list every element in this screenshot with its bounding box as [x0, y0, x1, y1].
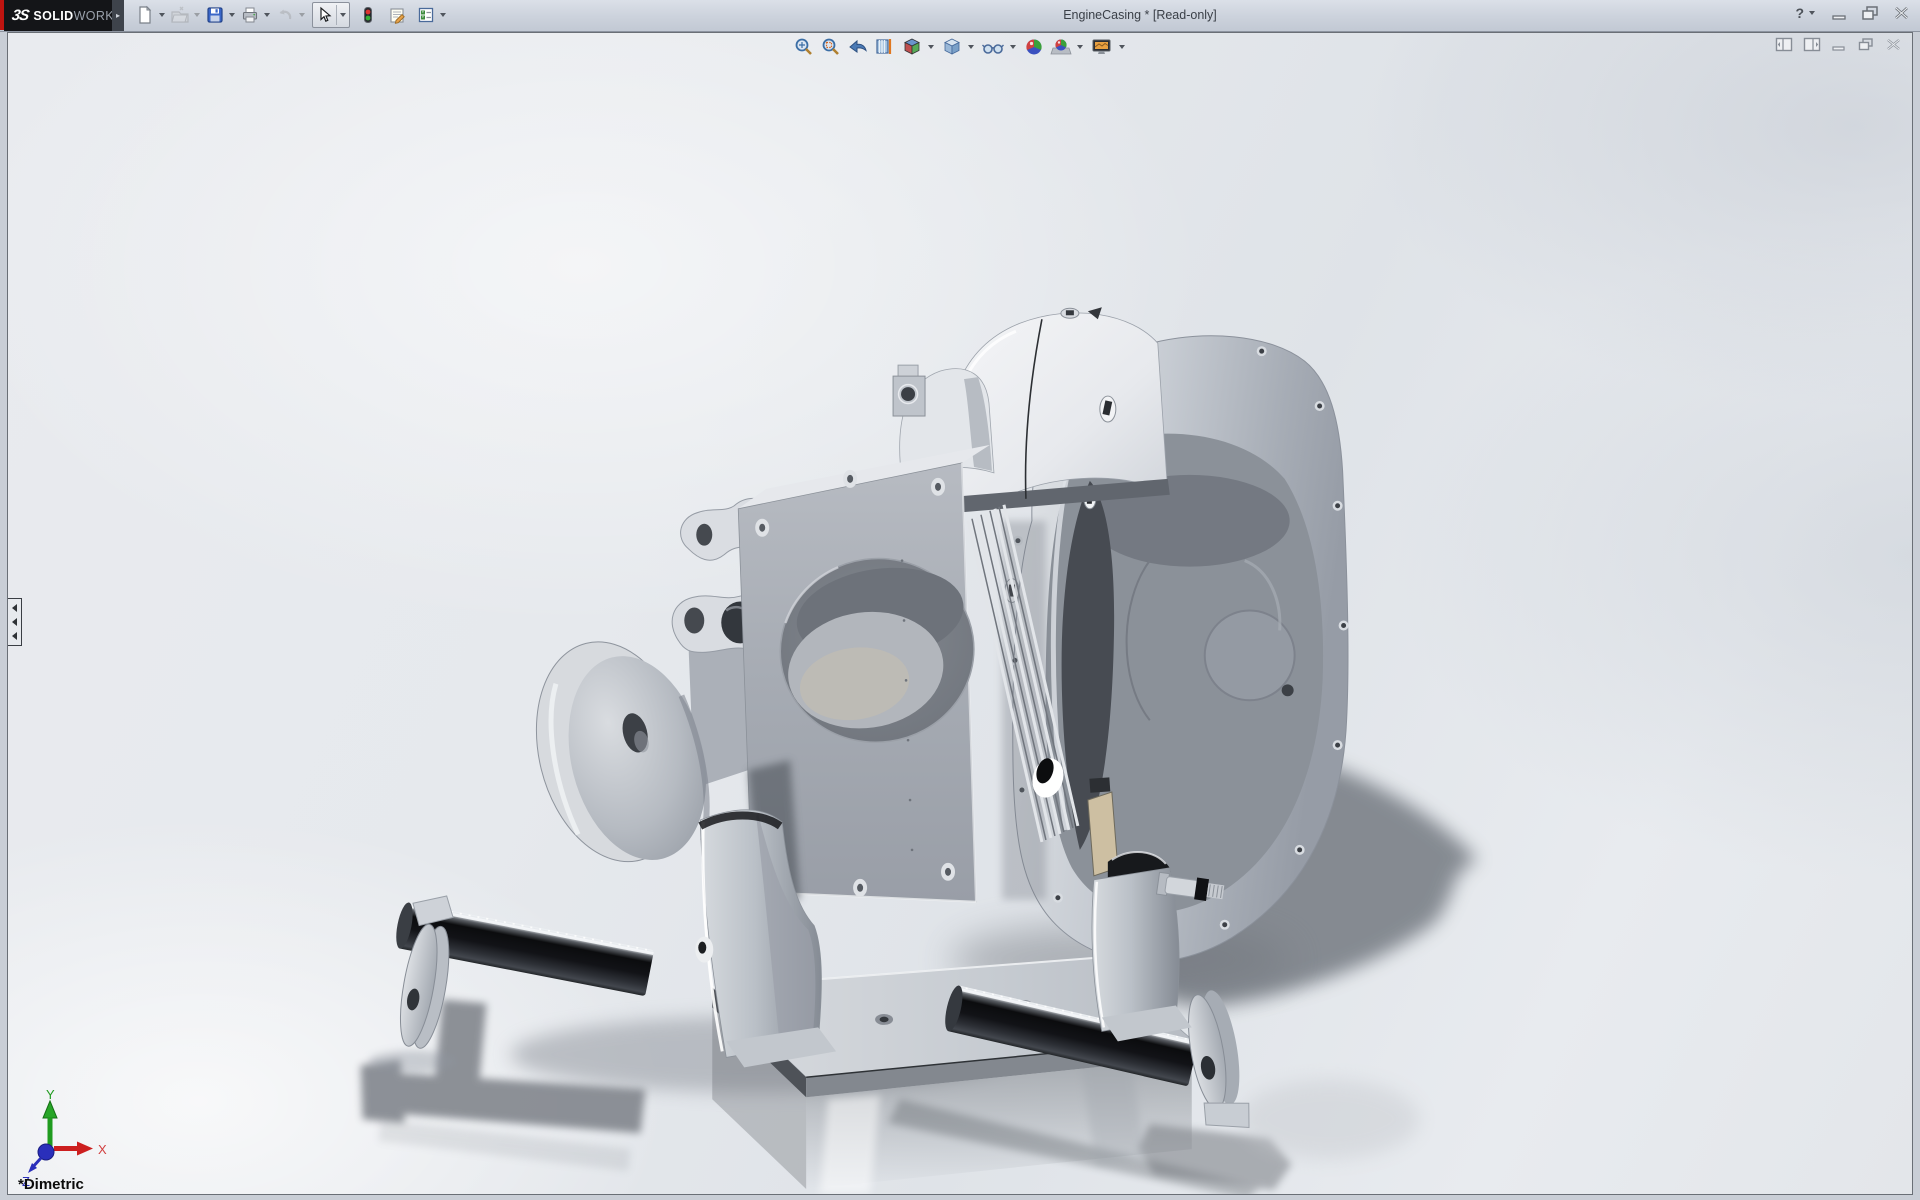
file-properties-button[interactable] [386, 4, 408, 26]
collapse-arrow-icon [12, 632, 17, 640]
save-dropdown-caret[interactable] [229, 13, 235, 17]
select-tool-button[interactable] [313, 4, 335, 26]
zoom-to-area-icon [822, 38, 839, 55]
options-button[interactable] [415, 4, 437, 26]
close-icon [1887, 39, 1900, 50]
solidworks-logo: 3S SOLID WORKS [4, 0, 122, 31]
view-settings-caret[interactable] [1119, 45, 1125, 49]
open-dropdown-caret [194, 13, 200, 17]
apply-scene-icon [1050, 39, 1072, 55]
apply-scene-caret[interactable] [1077, 45, 1083, 49]
collapse-arrow-icon [12, 604, 17, 612]
window-title: EngineCasing * [Read-only] [1063, 8, 1217, 22]
eyeglasses-icon [982, 44, 1004, 54]
graphics-viewport[interactable]: Y X Z *Dimetric [7, 32, 1913, 1195]
restore-icon [1858, 38, 1873, 51]
model-canvas[interactable] [8, 33, 1912, 1194]
block-cast-shadow [1001, 520, 1046, 900]
view-orientation-caret[interactable] [928, 45, 934, 49]
view-orientation-cube-icon [904, 38, 920, 55]
minimize-button[interactable] [1828, 4, 1850, 22]
menu-flyout-arrow-icon[interactable]: ▸ [112, 0, 124, 31]
document-window-controls [1775, 37, 1902, 52]
print-dropdown-caret[interactable] [264, 13, 270, 17]
open-button [169, 4, 191, 26]
view-settings-monitor-icon [1092, 39, 1111, 54]
y-axis-label: Y [46, 1087, 55, 1102]
rebuild-traffic-light-icon [364, 7, 372, 23]
document-restore-button[interactable] [1857, 37, 1875, 52]
restore-icon [1862, 6, 1878, 20]
print-icon [242, 7, 258, 23]
save-button[interactable] [204, 4, 226, 26]
y-axis-arrow [42, 1099, 58, 1119]
document-minimize-button[interactable] [1831, 37, 1847, 52]
window-controls: ? [1795, 4, 1912, 22]
options-checklist-icon [418, 7, 434, 23]
display-style-button[interactable] [939, 35, 965, 59]
print-button[interactable] [239, 4, 261, 26]
hide-show-items-button[interactable] [979, 35, 1007, 59]
appearance-ball-icon [1026, 39, 1042, 55]
minimize-icon [1832, 15, 1846, 20]
pane-toggle-right-button[interactable] [1803, 37, 1821, 52]
edit-appearance-button[interactable] [1021, 35, 1047, 59]
view-settings-button[interactable] [1088, 35, 1116, 59]
headsup-view-toolbar [791, 35, 1129, 59]
section-view-icon [876, 39, 892, 54]
hide-show-caret[interactable] [1010, 45, 1016, 49]
new-document-icon [139, 5, 152, 24]
feature-manager-collapsed-tab[interactable] [8, 598, 22, 646]
select-cursor-icon [320, 6, 332, 23]
display-style-cube-icon [944, 38, 960, 55]
file-properties-icon [390, 8, 405, 24]
display-style-caret[interactable] [968, 45, 974, 49]
new-dropdown-caret[interactable] [159, 13, 165, 17]
close-button[interactable] [1890, 4, 1912, 22]
undo-icon [279, 9, 292, 20]
view-orientation-label: *Dimetric [18, 1176, 84, 1193]
select-tool-group [312, 2, 350, 28]
previous-view-icon [849, 39, 867, 53]
pane-toggle-left-button[interactable] [1775, 37, 1793, 52]
pane-toggle-right-icon [1803, 37, 1821, 52]
zoom-to-area-button[interactable] [818, 35, 844, 59]
options-dropdown-caret[interactable] [440, 13, 446, 17]
logo-text-bold: SOLID [33, 8, 74, 23]
title-bar: 3S SOLID WORKS ▸ EngineCasing * [Read-on… [0, 0, 1920, 32]
collapse-arrow-icon [12, 618, 17, 626]
3ds-mark: 3S [10, 7, 30, 24]
undo-button [274, 4, 296, 26]
section-view-button[interactable] [872, 35, 898, 59]
zoom-to-fit-button[interactable] [791, 35, 817, 59]
select-dropdown-caret[interactable] [340, 13, 346, 17]
view-orientation-button[interactable] [899, 35, 925, 59]
standard-toolbar [134, 2, 450, 28]
close-icon [1895, 7, 1908, 19]
save-floppy-icon [207, 7, 223, 23]
x-axis [54, 1146, 80, 1151]
pane-toggle-left-icon [1775, 37, 1793, 52]
help-dropdown-caret[interactable] [1809, 11, 1815, 15]
restore-button[interactable] [1859, 4, 1881, 22]
minimize-icon [1832, 46, 1845, 51]
document-close-button[interactable] [1885, 37, 1902, 52]
help-icon[interactable]: ? [1795, 5, 1804, 21]
previous-view-button[interactable] [845, 35, 871, 59]
open-folder-icon [171, 6, 189, 23]
undo-dropdown-caret [299, 13, 305, 17]
apply-scene-button[interactable] [1048, 35, 1074, 59]
rebuild-button[interactable] [357, 4, 379, 26]
solidworks-window: 3S SOLID WORKS ▸ EngineCasing * [Read-on… [0, 0, 1920, 1200]
x-axis-label: X [98, 1142, 107, 1157]
x-axis-arrow [77, 1141, 93, 1156]
new-document-button[interactable] [134, 4, 156, 26]
zoom-to-fit-icon [795, 38, 812, 55]
